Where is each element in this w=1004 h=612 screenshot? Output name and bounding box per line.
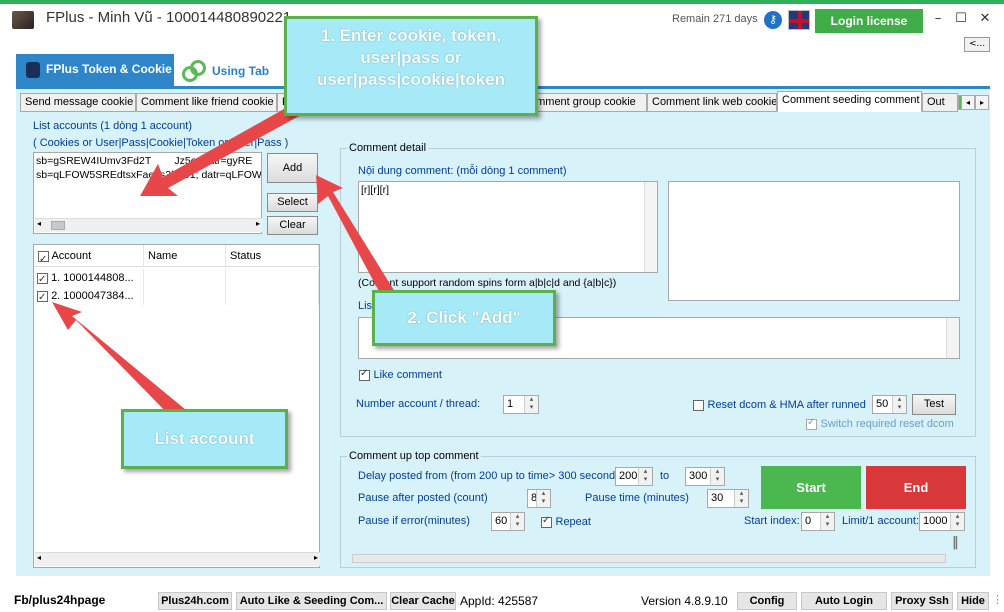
callout-step2: 2. Click "Add" [372,290,556,346]
arrow-list [52,302,186,420]
callout-step1: 1. Enter cookie, token, user|pass or use… [284,16,538,116]
callout-list-account: List account [121,409,288,469]
